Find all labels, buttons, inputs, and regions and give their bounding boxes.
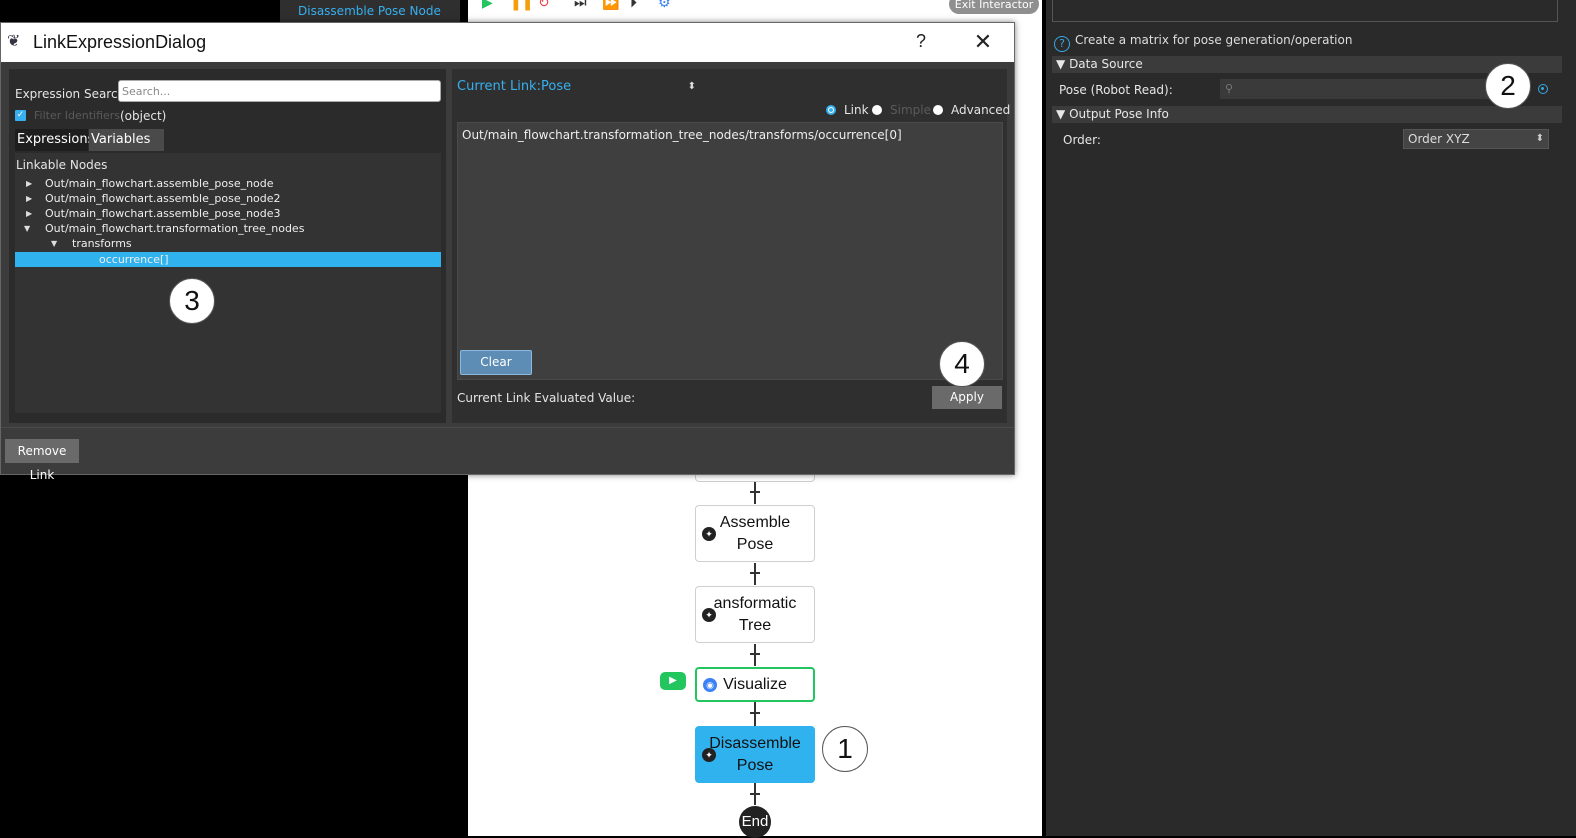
- flow-edge-tick: [750, 793, 760, 795]
- debug-icon[interactable]: ⚙: [658, 0, 671, 10]
- flow-edge: [754, 563, 756, 585]
- outline-item-disassemble-pose[interactable]: Disassemble Pose Node: [280, 0, 460, 22]
- mode-advanced-label: Advanced: [951, 103, 1011, 117]
- mode-link-label: Link: [844, 103, 869, 117]
- tree-item-occurrence[interactable]: occurrence[]: [15, 252, 441, 267]
- mode-simple-label: Simple: [890, 103, 931, 117]
- pause-icon[interactable]: ❚❚: [510, 0, 533, 10]
- link-indicator-icon[interactable]: [1538, 84, 1548, 94]
- callout-2: 2: [1485, 63, 1531, 109]
- flow-node-visualize[interactable]: ◉ Visualize: [695, 667, 815, 702]
- search-label: Expression Search:: [15, 87, 130, 101]
- callout-4: 4: [939, 341, 985, 387]
- step-out-icon[interactable]: ⏵: [630, 0, 637, 10]
- app-logo-icon: ❦: [7, 33, 21, 50]
- properties-panel: [1046, 0, 1576, 836]
- help-button[interactable]: ?: [906, 31, 936, 53]
- filter-identifiers-checkbox[interactable]: ✓: [15, 110, 26, 121]
- flow-edge-tick: [750, 572, 760, 574]
- tree-item-label: transforms: [72, 237, 132, 250]
- order-select[interactable]: Order XYZ ⬍: [1403, 129, 1549, 149]
- link-expression-dialog: ❦ LinkExpressionDialog ? ✕ Expression Se…: [0, 22, 1015, 482]
- step-icon[interactable]: ⏭: [574, 0, 587, 10]
- evaluated-value-label: Current Link Evaluated Value:: [457, 391, 636, 405]
- tree-header: Linkable Nodes: [16, 158, 108, 172]
- apply-button[interactable]: Apply: [932, 386, 1002, 409]
- node-type-icon: ✦: [702, 526, 716, 541]
- tab-variables-in[interactable]: Variables In: [89, 129, 164, 169]
- flow-edge: [754, 644, 756, 666]
- tree-item-label: Out/main_flowchart.assemble_pose_node2: [45, 192, 281, 205]
- pose-label: Pose (Robot Read):: [1059, 83, 1173, 97]
- section-header-output-pose[interactable]: ▼ Output Pose Info: [1052, 106, 1562, 123]
- tab-expressions[interactable]: Expressions: [15, 129, 94, 151]
- updown-icon: ⬍: [687, 81, 696, 92]
- node-type-icon: ✦: [702, 607, 716, 622]
- pose-input[interactable]: ⚲: [1220, 79, 1490, 99]
- callout-3: 3: [169, 278, 215, 324]
- section-header-data-source[interactable]: ▼ Data Source: [1052, 56, 1562, 73]
- tree-item-assemble-pose-node[interactable]: ▶ Out/main_flowchart.assemble_pose_node: [15, 176, 441, 191]
- section-title: Data Source: [1069, 57, 1143, 71]
- run-indicator-icon: ▶: [660, 672, 686, 690]
- search-input[interactable]: [118, 80, 441, 102]
- expression-editor[interactable]: Out/main_flowchart.transformation_tree_n…: [457, 122, 1003, 380]
- mode-advanced-radio[interactable]: [933, 105, 943, 115]
- node-name-field[interactable]: [1052, 0, 1558, 22]
- tree-item-label: Out/main_flowchart.assemble_pose_node: [45, 177, 274, 190]
- flow-node-transformation-tree[interactable]: ✦ ansformatic Tree: [695, 586, 815, 643]
- node-label: Visualize: [723, 676, 787, 693]
- section-title: Output Pose Info: [1069, 107, 1169, 121]
- tree-item-label: Out/main_flowchart.assemble_pose_node3: [45, 207, 281, 220]
- clear-button[interactable]: Clear: [460, 350, 532, 375]
- current-link-select[interactable]: Pose ⬍: [538, 77, 698, 97]
- triangle-right-icon[interactable]: ▶: [26, 176, 32, 191]
- current-link-value: Pose: [541, 79, 572, 94]
- node-description: ? Create a matrix for pose generation/ope…: [1054, 30, 1353, 52]
- remove-link-button[interactable]: Remove Link: [5, 439, 79, 482]
- tree-item-label: Out/main_flowchart.transformation_tree_n…: [45, 222, 305, 235]
- triangle-down-icon: ▼: [1056, 107, 1066, 121]
- order-value: Order XYZ: [1408, 132, 1470, 146]
- wrench-icon: ⚲: [1225, 82, 1234, 95]
- node-type-icon: ◉: [703, 677, 717, 692]
- tree-item-transforms[interactable]: ▼ transforms: [15, 236, 441, 251]
- flow-node-assemble-pose[interactable]: ✦ Assemble Pose: [695, 505, 815, 562]
- current-link-label: Current Link:: [457, 79, 541, 94]
- flow-node-end[interactable]: End: [739, 806, 771, 838]
- exit-interactor-button[interactable]: Exit Interactor: [949, 0, 1039, 14]
- dialog-title: LinkExpressionDialog: [33, 32, 207, 52]
- description-text: Create a matrix for pose generation/oper…: [1075, 33, 1353, 47]
- flow-edge: [754, 702, 756, 726]
- mode-link-radio[interactable]: [826, 105, 836, 115]
- flow-edge-tick: [750, 491, 760, 493]
- mode-simple-radio[interactable]: [872, 105, 882, 115]
- order-label: Order:: [1063, 133, 1101, 147]
- triangle-down-icon[interactable]: ▼: [51, 236, 57, 251]
- flow-edge: [754, 482, 756, 504]
- triangle-right-icon[interactable]: ▶: [26, 206, 32, 221]
- triangle-down-icon: ▼: [1056, 57, 1066, 71]
- help-circle-icon[interactable]: ?: [1054, 36, 1070, 52]
- node-type-icon: ✦: [702, 747, 716, 762]
- play-icon[interactable]: ▶: [482, 0, 493, 10]
- dialog-divider: [1, 427, 1014, 428]
- tree-item-transformation-tree-nodes[interactable]: ▼ Out/main_flowchart.transformation_tree…: [15, 221, 441, 236]
- close-button[interactable]: ✕: [966, 29, 1000, 55]
- tree-item-assemble-pose-node2[interactable]: ▶ Out/main_flowchart.assemble_pose_node2: [15, 191, 441, 206]
- triangle-down-icon[interactable]: ▼: [24, 221, 30, 236]
- updown-icon: ⬍: [1535, 133, 1544, 144]
- filter-type-label: (object): [120, 109, 167, 123]
- restart-icon[interactable]: ↻: [538, 0, 550, 10]
- dialog-titlebar[interactable]: ❦ LinkExpressionDialog ? ✕: [1, 23, 1014, 62]
- flow-edge-tick: [750, 653, 760, 655]
- triangle-right-icon[interactable]: ▶: [26, 191, 32, 206]
- step-over-icon[interactable]: ⏩: [602, 0, 619, 10]
- filter-identifiers-label: Filter Identifiers: [34, 109, 121, 122]
- flow-node-disassemble-pose[interactable]: ✦ Disassemble Pose: [695, 726, 815, 783]
- callout-1: 1: [822, 726, 868, 772]
- flow-edge-tick: [750, 712, 760, 714]
- tree-item-assemble-pose-node3[interactable]: ▶ Out/main_flowchart.assemble_pose_node3: [15, 206, 441, 221]
- tree-item-label: occurrence[]: [99, 253, 169, 266]
